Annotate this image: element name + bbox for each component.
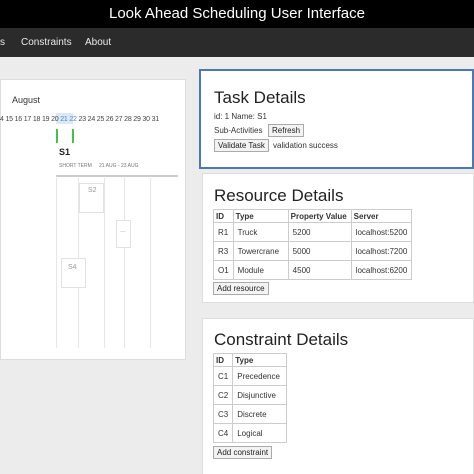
table-cell: R1 — [213, 222, 234, 242]
table-cell: localhost:6200 — [350, 260, 413, 280]
column-header: ID — [212, 353, 234, 367]
table-cell: O1 — [213, 260, 234, 280]
table-row[interactable]: R1 Truck 5200 localhost:5200 — [213, 222, 413, 242]
table-cell: Precedence — [232, 366, 288, 386]
table-cell: R3 — [213, 241, 234, 261]
table-row[interactable]: O1 Module 4500 localhost:6200 — [213, 260, 413, 280]
gantt-days-before: 4 15 16 17 18 19 20 — [0, 116, 59, 123]
gantt-task-s1-term: SHORT TERM — [59, 163, 92, 169]
gantt-days-after: 23 24 25 26 27 28 29 30 31 — [78, 116, 160, 123]
table-header-row: ID Type — [212, 353, 288, 367]
table-cell: 5000 — [287, 241, 352, 261]
gantt-gridline — [150, 178, 151, 348]
gantt-task-collapsed[interactable]: ... — [116, 220, 131, 248]
gantt-gridline — [124, 178, 125, 348]
table-cell: C4 — [212, 423, 234, 443]
constraint-details-panel: Constraint Details ID Type C1 Precedence… — [202, 318, 474, 474]
resource-details-panel: Resource Details ID Type Property Value … — [202, 173, 474, 303]
resource-details-title: Resource Details — [214, 186, 344, 205]
task-id-name: id: 1 Name: S1 — [214, 112, 267, 121]
subactivities-label: Sub-Activities — [214, 126, 263, 135]
gantt-task-s4[interactable]: S4 — [61, 258, 86, 288]
validation-status: validation success — [273, 141, 338, 150]
column-header: Property Value — [287, 209, 352, 223]
add-resource-button[interactable]: Add resource — [213, 282, 269, 295]
nav-item-constraints[interactable]: Constraints — [21, 28, 72, 57]
table-row[interactable]: R3 Towercrane 5000 localhost:7200 — [213, 241, 413, 261]
table-cell: Module — [232, 260, 289, 280]
gantt-end-bar — [72, 129, 74, 143]
gantt-gridline — [56, 178, 57, 348]
gantt-month-label: August — [12, 95, 41, 105]
table-cell: C1 — [212, 366, 234, 386]
refresh-button[interactable]: Refresh — [268, 124, 305, 137]
gantt-task-s4-name: S4 — [68, 264, 77, 271]
nav-item-tasks[interactable]: s — [0, 28, 5, 57]
column-header: ID — [213, 209, 234, 223]
resource-table: ID Type Property Value Server R1 Truck 5… — [213, 209, 413, 280]
gantt-start-bar — [56, 129, 58, 143]
table-row[interactable]: C3 Discrete — [212, 404, 288, 424]
table-row[interactable]: C4 Logical — [212, 423, 288, 443]
validate-task-button[interactable]: Validate Task — [214, 139, 269, 152]
table-cell: Truck — [232, 222, 289, 242]
gantt-task-s1-name: S1 — [59, 147, 71, 157]
window-title: Look Ahead Scheduling User Interface — [0, 0, 474, 28]
task-details-panel: Task Details id: 1 Name: S1 Sub-Activiti… — [199, 69, 474, 169]
gantt-gridline — [104, 178, 105, 348]
table-cell: 4500 — [287, 260, 352, 280]
gantt-task-ellipsis: ... — [120, 227, 126, 234]
nav-item-about[interactable]: About — [85, 28, 111, 57]
table-cell: C3 — [212, 404, 234, 424]
table-cell: Discrete — [232, 404, 288, 424]
table-row[interactable]: C1 Precedence — [212, 366, 288, 386]
table-cell: localhost:7200 — [350, 241, 413, 261]
column-header: Type — [232, 353, 288, 367]
table-cell: localhost:5200 — [350, 222, 413, 242]
table-header-row: ID Type Property Value Server — [213, 209, 413, 223]
gantt-task-s1-range: 21 AUG - 23 AUG — [99, 163, 139, 169]
gantt-day-header: 4 15 16 17 18 19 20 21 22 23 24 25 26 27… — [0, 116, 159, 123]
constraint-table: ID Type C1 Precedence C2 Disjunctive C3 … — [212, 353, 288, 443]
gantt-task-s2-name: S2 — [88, 187, 97, 194]
gantt-task-s1[interactable]: S1 SHORT TERM 21 AUG - 23 AUG — [56, 145, 178, 177]
table-cell: C2 — [212, 385, 234, 405]
table-cell: Logical — [232, 423, 288, 443]
navbar: s Constraints About — [0, 28, 474, 57]
task-details-title: Task Details — [214, 88, 306, 107]
gantt-task-s2[interactable]: S2 — [79, 183, 104, 213]
column-header: Server — [350, 209, 413, 223]
gantt-days-highlight: 21 22 — [60, 116, 77, 123]
add-constraint-button[interactable]: Add constraint — [213, 446, 273, 459]
constraint-details-title: Constraint Details — [214, 330, 349, 349]
table-cell: Towercrane — [232, 241, 289, 261]
column-header: Type — [232, 209, 289, 223]
table-row[interactable]: C2 Disjunctive — [212, 385, 288, 405]
table-cell: Disjunctive — [232, 385, 288, 405]
table-cell: 5200 — [287, 222, 352, 242]
